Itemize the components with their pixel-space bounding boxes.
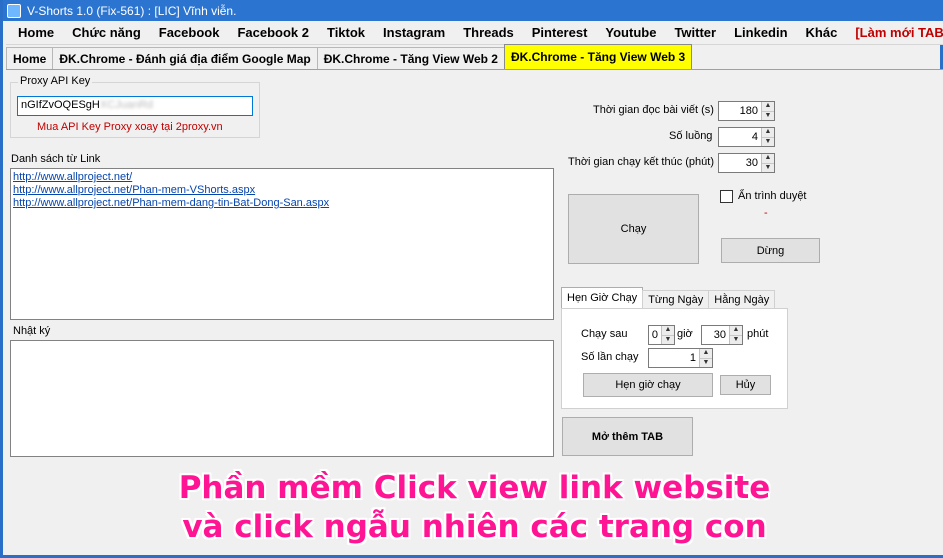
app-icon xyxy=(7,3,21,18)
banner-line-1: Phần mềm Click view link website xyxy=(178,470,771,506)
menu-youtube[interactable]: Youtube xyxy=(593,25,662,40)
menu-bar: Home Chức năng Facebook Facebook 2 Tikto… xyxy=(6,21,943,45)
spin-down-icon[interactable]: ▼ xyxy=(662,335,674,344)
hours-value: 0 xyxy=(651,329,658,341)
spin-up-icon[interactable]: ▲ xyxy=(762,102,774,112)
run-after-label: Chạy sau xyxy=(581,328,628,340)
threads-value: 4 xyxy=(751,131,758,143)
hours-unit: giờ xyxy=(677,328,693,340)
tab-view-web-3[interactable]: ĐK.Chrome - Tăng View Web 3 xyxy=(503,44,693,69)
read-time-stepper[interactable]: 180 ▲ ▼ xyxy=(718,101,775,121)
menu-refresh-tab[interactable]: [Làm mới TAB] xyxy=(843,25,943,40)
proxy-key-hidden: XCJuanRd xyxy=(99,99,154,111)
spin-down-icon[interactable]: ▼ xyxy=(700,358,712,367)
spin-up-icon[interactable]: ▲ xyxy=(662,326,674,336)
minutes-unit: phút xyxy=(747,328,769,340)
proxy-group: Proxy API Key nGIfZvOQESgHXCJuanRd Mua A… xyxy=(10,75,260,138)
proxy-group-title: Proxy API Key xyxy=(18,75,93,87)
menu-chuc-nang[interactable]: Chức năng xyxy=(60,25,147,40)
menu-instagram[interactable]: Instagram xyxy=(371,25,451,40)
proxy-key-value: nGIfZvOQESgH xyxy=(21,99,100,111)
status-dash: - xyxy=(764,207,768,219)
spin-up-icon[interactable]: ▲ xyxy=(700,349,712,359)
log-label: Nhật ký xyxy=(13,325,51,337)
tab-content: Proxy API Key nGIfZvOQESgHXCJuanRd Mua A… xyxy=(6,70,943,555)
runs-stepper[interactable]: 1 ▲ ▼ xyxy=(648,348,713,368)
tab-schedule[interactable]: Hẹn Giờ Chạy xyxy=(561,287,644,308)
tab-each-day[interactable]: Từng Ngày xyxy=(642,290,710,308)
hours-stepper[interactable]: 0 ▲ ▼ xyxy=(648,325,675,345)
schedule-panel: Chạy sau 0 ▲ ▼ giờ 30 ▲ ▼ phút Số lần chạy… xyxy=(561,308,788,409)
read-time-value: 180 xyxy=(739,105,758,117)
menu-linkedin[interactable]: Linkedin xyxy=(722,25,793,40)
minutes-stepper[interactable]: 30 ▲ ▼ xyxy=(701,325,743,345)
threads-label: Số luồng xyxy=(669,130,713,142)
spin-down-icon[interactable]: ▼ xyxy=(762,111,774,120)
proxy-key-input[interactable]: nGIfZvOQESgHXCJuanRd xyxy=(17,96,253,116)
menu-khac[interactable]: Khác xyxy=(794,25,844,40)
links-textarea[interactable]: http://www.allproject.net/ http://www.al… xyxy=(10,168,554,320)
tab-view-web-2[interactable]: ĐK.Chrome - Tăng View Web 2 xyxy=(316,47,505,69)
menu-home[interactable]: Home xyxy=(6,25,60,40)
minutes-value: 30 xyxy=(713,329,726,341)
log-textarea[interactable] xyxy=(10,340,554,457)
hide-browser-label: Ẩn trình duyệt xyxy=(738,190,807,202)
end-time-stepper[interactable]: 30 ▲ ▼ xyxy=(718,153,775,173)
read-time-label: Thời gian đọc bài viết (s) xyxy=(593,104,714,116)
open-tab-button[interactable]: Mở thêm TAB xyxy=(562,417,693,456)
tab-strip: Home ĐK.Chrome - Đánh giá địa điểm Googl… xyxy=(6,44,943,70)
runs-value: 1 xyxy=(689,352,696,364)
app-window: V-Shorts 1.0 (Fix-561) : [LIC] Vĩnh viễn… xyxy=(0,0,943,558)
spin-down-icon[interactable]: ▼ xyxy=(762,137,774,146)
menu-twitter[interactable]: Twitter xyxy=(662,25,722,40)
link-item[interactable]: http://www.allproject.net/ xyxy=(13,171,551,184)
run-button[interactable]: Chạy xyxy=(568,194,699,264)
spin-down-icon[interactable]: ▼ xyxy=(730,335,742,344)
runs-label: Số lần chạy xyxy=(581,351,639,363)
spin-up-icon[interactable]: ▲ xyxy=(762,128,774,138)
link-item[interactable]: http://www.allproject.net/Phan-mem-dang-… xyxy=(13,197,551,210)
banner-line-2: và click ngẫu nhiên các trang con xyxy=(182,509,767,545)
threads-stepper[interactable]: 4 ▲ ▼ xyxy=(718,127,775,147)
menu-facebook[interactable]: Facebook xyxy=(147,25,226,40)
menu-facebook-2[interactable]: Facebook 2 xyxy=(225,25,315,40)
link-item[interactable]: http://www.allproject.net/Phan-mem-VShor… xyxy=(13,184,551,197)
title-bar: V-Shorts 1.0 (Fix-561) : [LIC] Vĩnh viễn… xyxy=(3,0,943,21)
menu-tiktok[interactable]: Tiktok xyxy=(315,25,371,40)
schedule-button[interactable]: Hẹn giờ chạy xyxy=(583,373,713,397)
proxy-hint: Mua API Key Proxy xoay tại 2proxy.vn xyxy=(37,121,223,133)
cancel-button[interactable]: Hủy xyxy=(720,375,771,395)
tab-daily[interactable]: Hằng Ngày xyxy=(708,290,776,308)
spin-up-icon[interactable]: ▲ xyxy=(762,154,774,164)
end-time-value: 30 xyxy=(745,157,758,169)
end-time-label: Thời gian chạy kết thúc (phút) xyxy=(568,156,715,168)
spin-down-icon[interactable]: ▼ xyxy=(762,163,774,172)
links-label: Danh sách từ Link xyxy=(11,153,101,165)
hide-browser-checkbox[interactable] xyxy=(720,190,733,203)
schedule-tabs: Hẹn Giờ Chạy Từng Ngày Hằng Ngày xyxy=(561,287,776,308)
window-title: V-Shorts 1.0 (Fix-561) : [LIC] Vĩnh viễn… xyxy=(27,3,237,18)
menu-pinterest[interactable]: Pinterest xyxy=(520,25,594,40)
tab-home[interactable]: Home xyxy=(6,47,54,69)
stop-button[interactable]: Dừng xyxy=(721,238,820,263)
spin-up-icon[interactable]: ▲ xyxy=(730,326,742,336)
menu-threads[interactable]: Threads xyxy=(451,25,520,40)
tab-google-map-review[interactable]: ĐK.Chrome - Đánh giá địa điểm Google Map xyxy=(52,47,318,69)
